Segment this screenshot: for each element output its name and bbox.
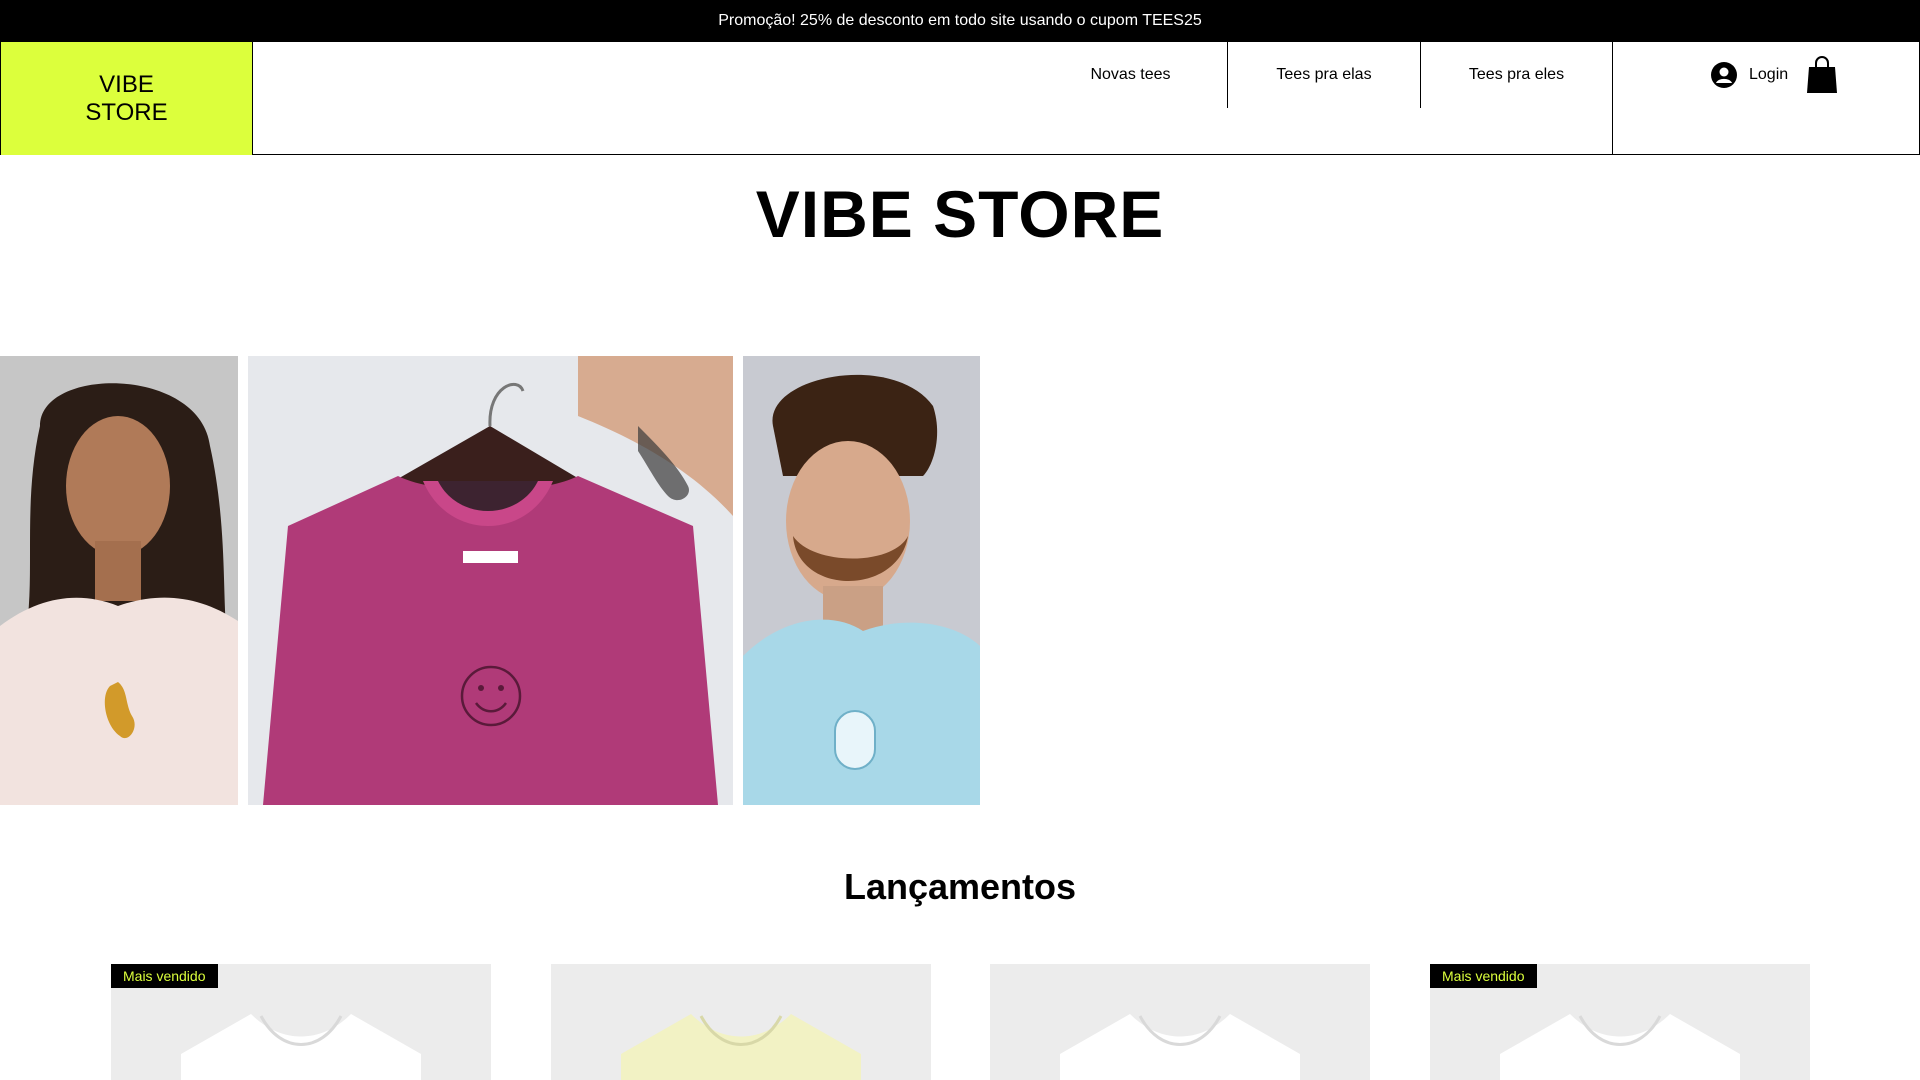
badge-label: Mais vendido [1442, 968, 1525, 984]
woman-photo [0, 356, 238, 805]
nav-item-tees-pra-eles[interactable]: Tees pra eles [1420, 42, 1613, 108]
logo[interactable]: VIBE STORE [0, 42, 253, 155]
nav-item-novas-tees[interactable]: Novas tees [1034, 42, 1227, 108]
product-card-2[interactable] [551, 964, 931, 1080]
gallery-image-man[interactable] [743, 356, 980, 805]
main-nav: Novas tees Tees pra elas Tees pra eles [1034, 42, 1613, 108]
best-seller-badge: Mais vendido [111, 964, 218, 988]
nav-label: Novas tees [1090, 66, 1171, 83]
account-area: Login [1612, 42, 1920, 155]
page-title: VIBE STORE [755, 177, 1165, 251]
product-card-1[interactable]: Mais vendido [111, 964, 491, 1080]
logo-text: VIBE STORE [85, 70, 168, 126]
man-photo [743, 356, 980, 805]
login-button[interactable]: Login [1711, 59, 1788, 91]
tshirt-image [621, 1014, 861, 1080]
user-icon [1711, 62, 1737, 88]
badge-label: Mais vendido [123, 968, 206, 984]
best-seller-badge: Mais vendido [1430, 964, 1537, 988]
tshirt-image [181, 1014, 421, 1080]
tshirt-image [1500, 1014, 1740, 1080]
product-card-3[interactable] [990, 964, 1370, 1080]
gallery-image-hanger-tee[interactable] [248, 356, 733, 805]
tshirt-image [1060, 1014, 1300, 1080]
promo-text: Promoção! 25% de desconto em todo site u… [718, 11, 1202, 29]
nav-item-tees-pra-elas[interactable]: Tees pra elas [1227, 42, 1420, 108]
nav-label: Tees pra eles [1468, 66, 1565, 83]
promo-bar: Promoção! 25% de desconto em todo site u… [0, 0, 1920, 41]
shopping-bag-icon[interactable] [1807, 55, 1837, 93]
hanger-tee-photo [248, 356, 733, 805]
nav-label: Tees pra elas [1276, 66, 1372, 83]
section-title-launches: Lançamentos [843, 866, 1077, 907]
product-card-4[interactable]: Mais vendido [1430, 964, 1810, 1080]
gallery-image-woman[interactable] [0, 356, 238, 805]
login-label: Login [1749, 66, 1789, 83]
site-header: VIBE STORE Novas tees Tees pra elas Tees… [0, 41, 1920, 155]
